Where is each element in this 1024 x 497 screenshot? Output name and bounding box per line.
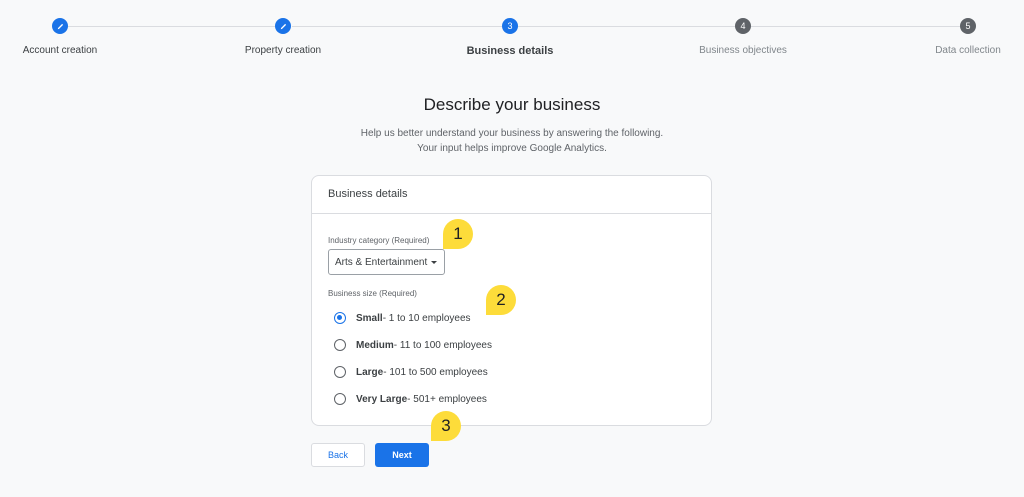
size-option-large[interactable]: Large - 101 to 500 employees bbox=[334, 366, 488, 378]
subtitle-line-2: Your input helps improve Google Analytic… bbox=[417, 143, 607, 154]
radio-button[interactable] bbox=[334, 393, 346, 405]
business-size-label: Business size (Required) bbox=[328, 289, 417, 298]
radio-button-checked[interactable] bbox=[334, 312, 346, 324]
stepper-connector bbox=[518, 26, 735, 27]
size-option-very-large[interactable]: Very Large - 501+ employees bbox=[334, 393, 487, 405]
step-5-number: 5 bbox=[960, 18, 976, 34]
step-1-pencil-icon[interactable] bbox=[52, 18, 68, 34]
size-option-medium[interactable]: Medium - 11 to 100 employees bbox=[334, 339, 492, 351]
page-title: Describe your business bbox=[423, 95, 601, 114]
step-4-label: Business objectives bbox=[699, 45, 787, 56]
radio-button[interactable] bbox=[334, 366, 346, 378]
size-option-name: Large bbox=[356, 366, 384, 378]
stepper: 3 4 5 Account creation Property creation… bbox=[0, 0, 1024, 70]
radio-button[interactable] bbox=[334, 339, 346, 351]
step-4-number: 4 bbox=[735, 18, 751, 34]
dropdown-caret-icon bbox=[431, 260, 438, 264]
step-3-number: 3 bbox=[502, 18, 518, 34]
stepper-connector bbox=[751, 26, 960, 27]
industry-category-label: Industry category (Required) bbox=[328, 236, 430, 245]
stepper-connector bbox=[68, 26, 275, 27]
page-subtitle: Help us better understand your business … bbox=[0, 126, 1024, 156]
callout-marker-2: 2 bbox=[486, 285, 516, 315]
step-2-pencil-icon[interactable] bbox=[275, 18, 291, 34]
step-3-label: Business details bbox=[466, 45, 554, 57]
industry-category-select[interactable]: Arts & Entertainment bbox=[328, 249, 445, 275]
card-divider bbox=[312, 213, 711, 214]
size-option-range: - 101 to 500 employees bbox=[383, 366, 488, 378]
card-title: Business details bbox=[328, 188, 408, 200]
step-2-label[interactable]: Property creation bbox=[245, 45, 321, 56]
stepper-connector bbox=[292, 26, 502, 27]
size-option-name: Medium bbox=[356, 339, 394, 351]
callout-marker-3: 3 bbox=[431, 411, 461, 441]
size-option-small[interactable]: Small - 1 to 10 employees bbox=[334, 312, 471, 324]
size-option-range: - 501+ employees bbox=[407, 393, 487, 405]
industry-category-value: Arts & Entertainment bbox=[335, 256, 428, 268]
subtitle-line-1: Help us better understand your business … bbox=[360, 128, 664, 139]
step-1-label[interactable]: Account creation bbox=[23, 45, 98, 56]
size-option-name: Very Large bbox=[356, 393, 408, 405]
back-button[interactable]: Back bbox=[311, 443, 365, 467]
callout-marker-1: 1 bbox=[443, 219, 473, 249]
size-option-range: - 11 to 100 employees bbox=[393, 339, 492, 351]
next-button[interactable]: Next bbox=[375, 443, 429, 467]
step-5-label: Data collection bbox=[935, 45, 1001, 56]
size-option-range: - 1 to 10 employees bbox=[382, 312, 471, 324]
size-option-name: Small bbox=[356, 312, 383, 324]
